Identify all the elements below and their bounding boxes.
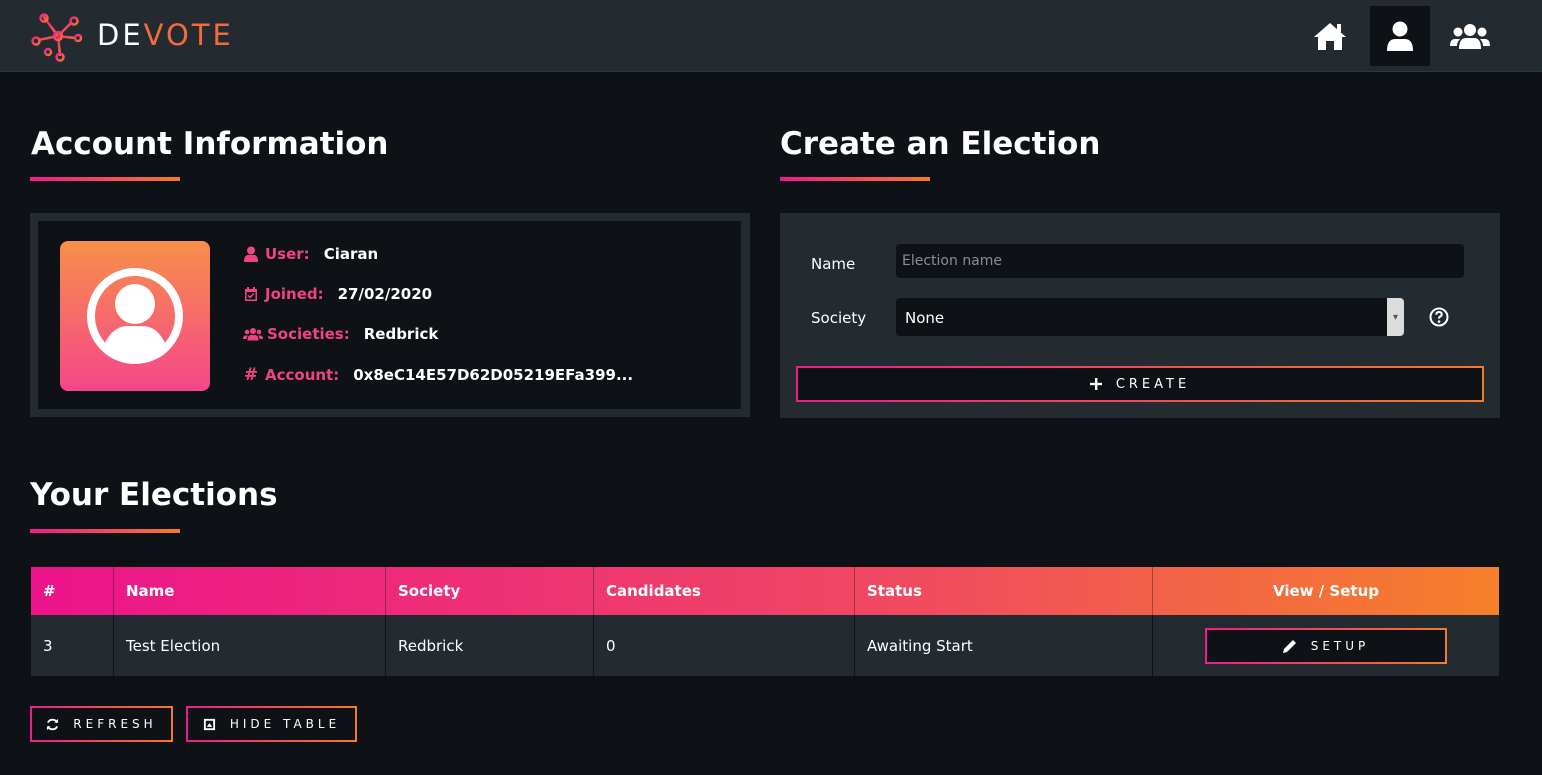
- account-label: Account:: [265, 366, 340, 384]
- info-societies-row: Societies: Redbrick: [243, 325, 438, 343]
- name-label: Name: [811, 255, 856, 273]
- hide-table-button-label: HIDE TABLE: [229, 717, 341, 731]
- sync-icon: [47, 718, 59, 730]
- account-title-underline: [30, 177, 180, 181]
- societies-label: Societies:: [267, 325, 350, 343]
- avatar: [60, 241, 210, 391]
- column-header-id: #: [31, 567, 114, 615]
- info-account-row: # Account: 0x8eC14E57D62D05219EFa399...: [243, 365, 633, 385]
- create-button-label: CREATE: [1115, 376, 1191, 392]
- user-icon: [1387, 21, 1413, 51]
- chevron-down-icon: ▾: [1387, 298, 1404, 336]
- cell-status: Awaiting Start: [855, 615, 1153, 676]
- elections-table-header: # Name Society Candidates Status View / …: [31, 567, 1499, 615]
- cell-candidates: 0: [594, 615, 855, 676]
- create-button[interactable]: CREATE: [796, 366, 1484, 402]
- question-circle-icon[interactable]: [1429, 307, 1449, 327]
- user-value: Ciaran: [323, 245, 379, 263]
- users-icon: [243, 328, 263, 341]
- nav-societies-button[interactable]: [1440, 6, 1500, 66]
- navbar: DEVOTE: [0, 0, 1542, 72]
- hash-icon: #: [243, 365, 259, 385]
- nav-account-button[interactable]: [1370, 6, 1430, 66]
- setup-button[interactable]: SETUP: [1205, 628, 1447, 664]
- brand-name[interactable]: DEVOTE: [97, 18, 234, 52]
- brand-de: DE: [97, 18, 144, 52]
- info-user-row: User: Ciaran: [243, 245, 378, 263]
- brand-vote: VOTE: [143, 18, 234, 52]
- info-joined-row: Joined: 27/02/2020: [243, 285, 432, 303]
- create-title: Create an Election: [780, 126, 1101, 162]
- caret-square-up-icon: [203, 718, 215, 730]
- cell-id: 3: [31, 615, 114, 676]
- column-header-society: Society: [386, 567, 594, 615]
- joined-value: 27/02/2020: [337, 285, 433, 303]
- create-title-underline: [780, 177, 930, 181]
- plus-icon: [1089, 378, 1102, 390]
- cell-society: Redbrick: [386, 615, 594, 676]
- nav-home-button[interactable]: [1300, 6, 1360, 66]
- society-select[interactable]: None ▾: [896, 298, 1404, 336]
- refresh-button[interactable]: REFRESH: [30, 706, 173, 742]
- society-select-value: None: [905, 309, 945, 327]
- devote-logo[interactable]: [30, 12, 86, 62]
- calendar-check-icon: [245, 287, 257, 301]
- societies-value: Redbrick: [363, 325, 439, 343]
- account-title: Account Information: [31, 126, 389, 162]
- election-name-input[interactable]: [896, 244, 1464, 278]
- account-value: 0x8eC14E57D62D05219EFa399...: [353, 366, 634, 384]
- home-icon: [1314, 23, 1346, 50]
- user-label: User:: [265, 245, 310, 263]
- column-header-status: Status: [855, 567, 1153, 615]
- column-header-candidates: Candidates: [594, 567, 855, 615]
- joined-label: Joined:: [265, 285, 324, 303]
- pencil-icon: [1282, 640, 1296, 653]
- elections-title: Your Elections: [30, 477, 278, 513]
- user-icon: [244, 246, 258, 262]
- society-label: Society: [811, 309, 867, 327]
- column-header-action: View / Setup: [1272, 582, 1379, 600]
- refresh-button-label: REFRESH: [73, 717, 157, 731]
- hide-table-button[interactable]: HIDE TABLE: [186, 706, 357, 742]
- elections-title-underline: [30, 529, 180, 533]
- users-icon: [1450, 24, 1490, 49]
- user-circle-icon: [87, 268, 183, 364]
- setup-button-label: SETUP: [1310, 639, 1370, 653]
- cell-name: Test Election: [114, 615, 386, 676]
- column-header-name: Name: [114, 567, 386, 615]
